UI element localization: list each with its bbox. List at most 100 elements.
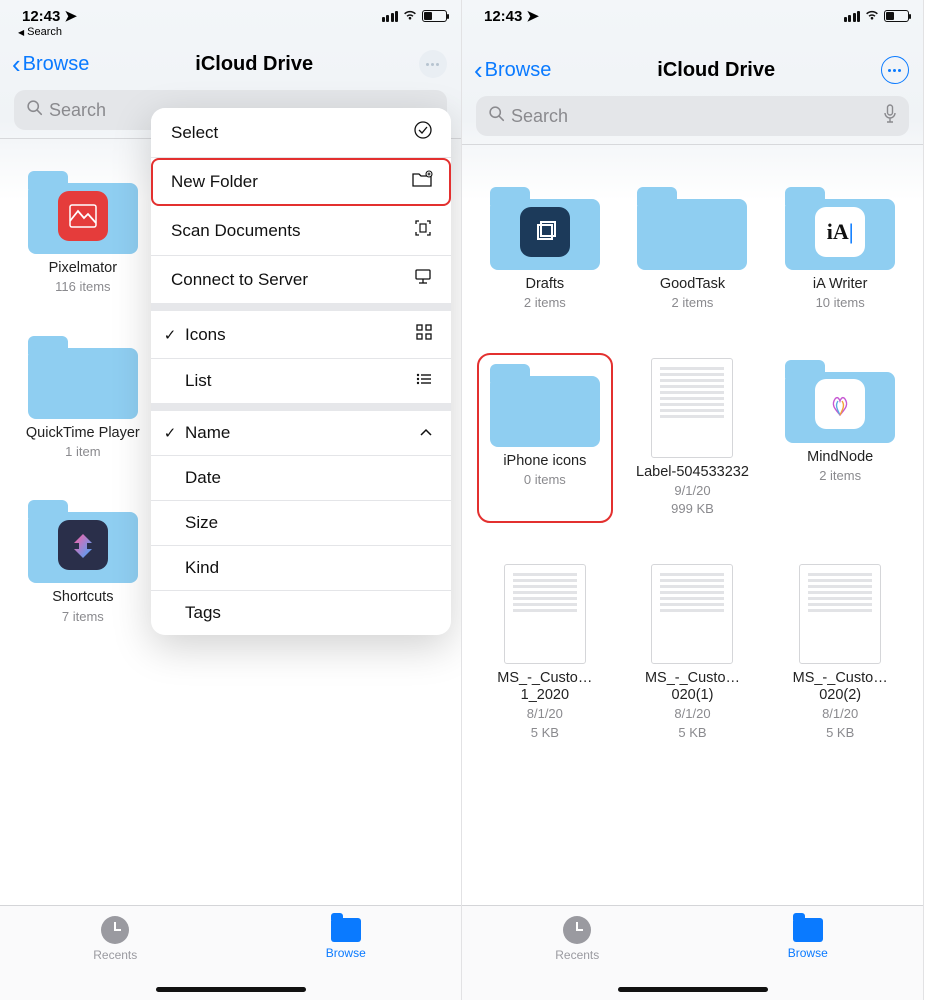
item-meta: 8/1/20 — [777, 706, 903, 722]
menu-view-list[interactable]: List — [151, 359, 451, 403]
file-ms2[interactable]: MS_-_Custo…020(1) 8/1/20 5 KB — [629, 564, 755, 741]
item-meta: 2 items — [482, 295, 608, 311]
tab-browse[interactable]: Browse — [231, 906, 462, 1000]
search-input[interactable]: Search — [476, 96, 909, 136]
menu-label: Name — [185, 423, 230, 443]
back-button[interactable]: ‹Browse — [474, 59, 551, 82]
item-name: QuickTime Player — [20, 425, 146, 442]
back-label: Browse — [23, 53, 90, 76]
back-to-app[interactable]: Search — [0, 26, 461, 38]
battery-icon — [884, 10, 909, 22]
folder-goodtask[interactable]: GoodTask 2 items — [629, 185, 755, 312]
cellular-icon — [844, 11, 861, 22]
document-thumb — [651, 358, 733, 458]
more-button[interactable] — [419, 50, 447, 78]
menu-view-icons[interactable]: ✓Icons — [151, 311, 451, 359]
menu-label: List — [185, 371, 211, 391]
item-meta: 8/1/20 — [629, 706, 755, 722]
file-ms1[interactable]: MS_-_Custo…1_2020 8/1/20 5 KB — [482, 564, 608, 741]
folder-shortcuts[interactable]: Shortcuts 7 items — [20, 498, 146, 625]
item-meta: 1 item — [20, 444, 146, 460]
server-icon — [413, 268, 433, 291]
phone-right: 12:43➤ ‹Browse iCloud Drive Search Dr — [462, 0, 924, 1000]
home-indicator[interactable] — [618, 987, 768, 992]
item-meta: 7 items — [20, 609, 146, 625]
menu-connect-server[interactable]: Connect to Server — [151, 256, 451, 303]
menu-label: Size — [185, 513, 218, 533]
chevron-left-icon: ‹ — [474, 61, 483, 79]
list-icon — [415, 371, 433, 391]
folder-icon — [793, 918, 823, 942]
wifi-icon — [402, 9, 418, 23]
back-button[interactable]: ‹ Browse — [12, 53, 89, 76]
iawriter-icon: iA| — [815, 207, 865, 257]
item-meta: 8/1/20 — [482, 706, 608, 722]
folder-iawriter[interactable]: iA| iA Writer 10 items — [777, 185, 903, 312]
item-name: GoodTask — [629, 276, 755, 293]
home-indicator[interactable] — [156, 987, 306, 992]
menu-label: Icons — [185, 325, 226, 345]
item-name: Pixelmator — [20, 260, 146, 277]
location-icon: ➤ — [64, 7, 77, 25]
clock-text: 12:43 — [484, 8, 522, 25]
item-meta: 10 items — [777, 295, 903, 311]
search-icon — [488, 105, 505, 127]
folder-iphone-icons[interactable]: iPhone icons 0 items — [482, 358, 608, 518]
item-meta: 9/1/20 — [629, 483, 755, 499]
checkmark-icon: ✓ — [159, 326, 181, 344]
select-icon — [413, 120, 433, 145]
menu-select[interactable]: Select — [151, 108, 451, 158]
folder-plus-icon — [411, 170, 433, 193]
item-name: MindNode — [777, 449, 903, 466]
chevron-left-icon: ‹ — [12, 55, 21, 73]
item-meta: 5 KB — [777, 725, 903, 741]
search-icon — [26, 99, 43, 121]
page-title: iCloud Drive — [657, 59, 775, 82]
folder-drafts[interactable]: Drafts 2 items — [482, 185, 608, 312]
document-thumb — [799, 564, 881, 664]
file-label[interactable]: Label-504533232 9/1/20 999 KB — [629, 358, 755, 518]
menu-sort-tags[interactable]: Tags — [151, 591, 451, 635]
item-name: MS_-_Custo…1_2020 — [482, 670, 608, 705]
menu-sort-size[interactable]: Size — [151, 501, 451, 546]
menu-sort-date[interactable]: Date — [151, 456, 451, 501]
folder-quicktime[interactable]: QuickTime Player 1 item — [20, 334, 146, 461]
menu-scan-documents[interactable]: Scan Documents — [151, 206, 451, 256]
shortcuts-icon — [58, 520, 108, 570]
status-bar: 12:43➤ — [462, 0, 923, 28]
item-meta: 5 KB — [482, 725, 608, 741]
tab-label: Browse — [326, 946, 366, 960]
item-name: Label-504533232 — [629, 464, 755, 481]
folder-icon — [331, 918, 361, 942]
menu-label: Date — [185, 468, 221, 488]
more-button[interactable] — [881, 56, 909, 84]
tab-label: Recents — [555, 948, 599, 962]
menu-sort-kind[interactable]: Kind — [151, 546, 451, 591]
tab-bar: Recents Browse — [0, 905, 461, 1000]
menu-label: New Folder — [171, 172, 258, 192]
menu-new-folder[interactable]: New Folder — [151, 158, 451, 206]
item-meta: 2 items — [777, 468, 903, 484]
context-menu: Select New Folder Scan Documents Connect… — [151, 108, 451, 635]
folder-pixelmator[interactable]: Pixelmator 116 items — [20, 169, 146, 296]
item-name: Drafts — [482, 276, 608, 293]
menu-label: Kind — [185, 558, 219, 578]
file-ms3[interactable]: MS_-_Custo…020(2) 8/1/20 5 KB — [777, 564, 903, 741]
grid-icon — [415, 323, 433, 346]
menu-sort-name[interactable]: ✓Name — [151, 411, 451, 456]
mic-icon[interactable] — [883, 104, 897, 129]
item-meta: 2 items — [629, 295, 755, 311]
tab-recents[interactable]: Recents — [462, 906, 693, 1000]
item-name: iPhone icons — [482, 453, 608, 470]
tab-browse[interactable]: Browse — [693, 906, 924, 1000]
tab-recents[interactable]: Recents — [0, 906, 231, 1000]
clock-text: 12:43 — [22, 8, 60, 25]
document-thumb — [651, 564, 733, 664]
checkmark-icon: ✓ — [159, 424, 181, 442]
status-time: 12:43 ➤ — [22, 7, 77, 25]
status-bar: 12:43 ➤ — [0, 0, 461, 28]
pixelmator-icon — [58, 191, 108, 241]
drafts-icon — [520, 207, 570, 257]
item-meta: 116 items — [20, 279, 146, 295]
folder-mindnode[interactable]: MindNode 2 items — [777, 358, 903, 518]
